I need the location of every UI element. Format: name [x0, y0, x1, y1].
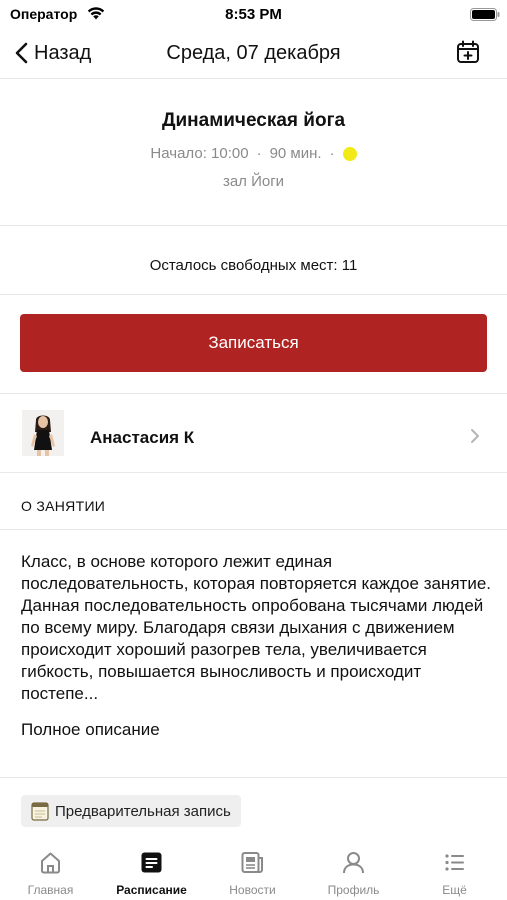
room-name: зал Йоги [222, 173, 285, 190]
tab-label: Ещё [442, 883, 467, 897]
full-description-link[interactable]: Полное описание [21, 720, 160, 740]
battery-icon [470, 8, 500, 21]
clock: 8:53 PM [225, 6, 282, 23]
tab-label: Расписание [116, 883, 187, 897]
section-heading: О ЗАНЯТИИ [21, 498, 106, 514]
navigation-bar: Назад Среда, 07 декабря [0, 30, 507, 76]
trainer-row[interactable]: Анастасия К [0, 394, 507, 472]
tab-news[interactable]: Новости [202, 838, 303, 900]
free-seats-text: Осталось свободных мест: 11 [149, 257, 358, 274]
pre-registration-chip: Предварительная запись [21, 795, 241, 827]
tab-bar: Главная Расписание Новости Профиль Ещё [0, 838, 507, 900]
tab-label: Новости [229, 883, 276, 897]
chevron-left-icon [15, 42, 28, 64]
trainer-avatar [22, 410, 64, 456]
divider [0, 472, 507, 473]
news-icon [241, 852, 263, 873]
tab-label: Профиль [327, 883, 380, 897]
back-button[interactable]: Назад [14, 38, 91, 68]
back-label: Назад [34, 41, 92, 64]
tab-home[interactable]: Главная [0, 838, 101, 900]
divider [0, 225, 507, 226]
status-indicator [342, 146, 357, 161]
profile-icon [343, 852, 364, 874]
tab-more[interactable]: Ещё [404, 838, 505, 900]
chip-label: Предварительная запись [55, 802, 231, 820]
separator-dot: · [256, 145, 262, 162]
home-icon [41, 852, 60, 874]
trainer-photo [22, 410, 64, 456]
more-icon [445, 854, 464, 871]
duration: 90 мин. [269, 145, 322, 162]
tab-profile[interactable]: Профиль [303, 838, 404, 900]
signup-button[interactable]: Записаться [20, 314, 487, 372]
separator-dot: · [329, 145, 335, 162]
chevron-right-icon [471, 429, 479, 443]
divider [0, 529, 507, 530]
class-meta: Начало: 10:00 · 90 мин. · [0, 145, 507, 162]
status-bar: Оператор 8:53 PM [0, 0, 507, 30]
add-to-calendar-icon[interactable] [455, 39, 481, 65]
divider [0, 777, 507, 778]
start-time: Начало: 10:00 [150, 145, 249, 162]
notepad-icon [31, 802, 49, 821]
class-description: Класс, в основе которого лежит единая по… [21, 552, 491, 703]
schedule-icon [141, 852, 162, 873]
trainer-name: Анастасия К [90, 428, 195, 447]
tab-schedule[interactable]: Расписание [101, 838, 202, 900]
divider [0, 78, 507, 79]
divider [0, 294, 507, 295]
class-title: Динамическая йога [161, 110, 346, 131]
tab-label: Главная [27, 883, 74, 897]
